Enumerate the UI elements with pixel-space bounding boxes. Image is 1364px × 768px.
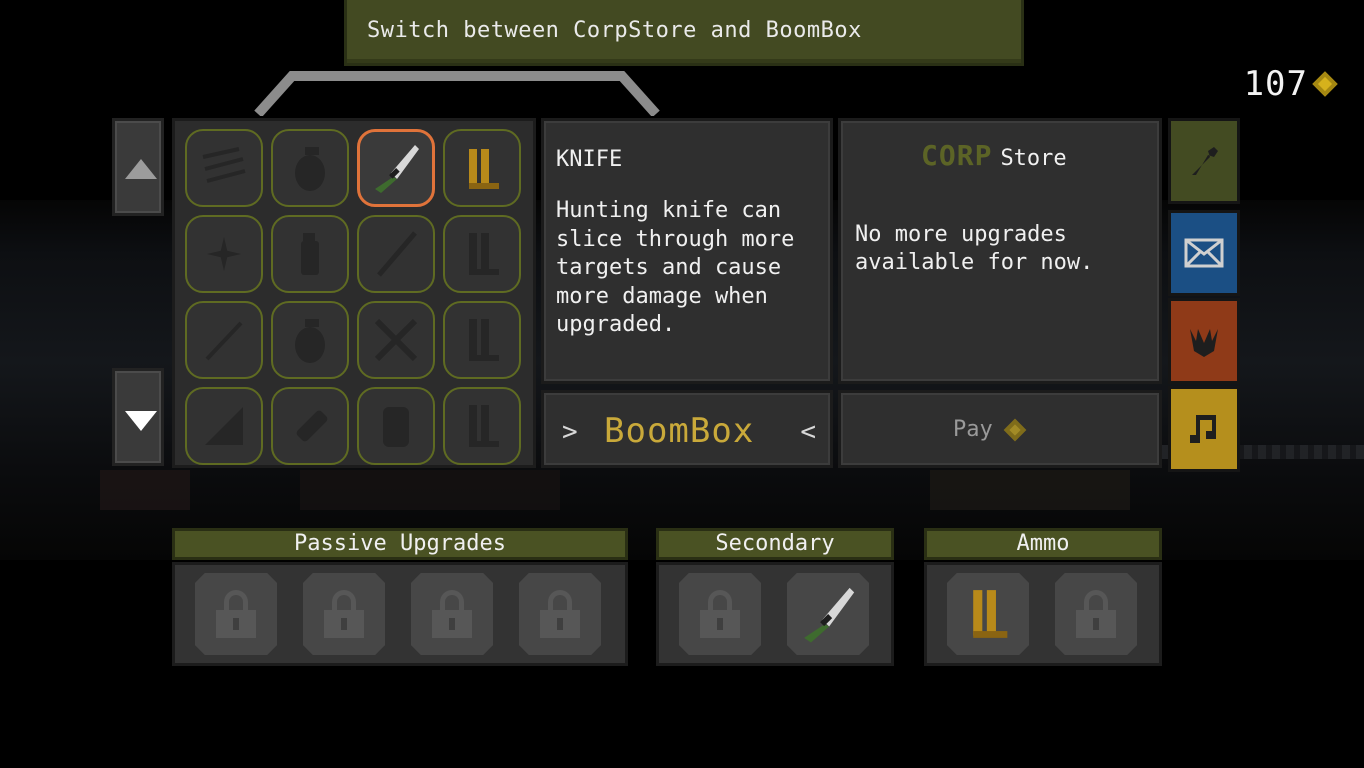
weapon-slot-ammo[interactable] bbox=[443, 387, 521, 465]
lock-icon bbox=[216, 590, 256, 638]
flashbang-icon bbox=[301, 233, 319, 275]
weapon-slot-grenade[interactable] bbox=[271, 129, 349, 207]
weapon-grid-panel bbox=[172, 118, 536, 468]
weapon-slot-flashbang[interactable] bbox=[271, 215, 349, 293]
weapon-grid bbox=[185, 129, 525, 469]
background-debris bbox=[300, 470, 560, 510]
knife-icon bbox=[375, 145, 419, 193]
ramp-icon bbox=[205, 407, 243, 445]
lock-icon bbox=[432, 590, 472, 638]
grenade-icon bbox=[295, 319, 325, 363]
creature-icon bbox=[1190, 329, 1218, 357]
ammo-slots bbox=[924, 562, 1162, 666]
ammo-icon bbox=[973, 590, 1008, 638]
passive-slot-locked[interactable] bbox=[303, 573, 385, 655]
diamond-icon bbox=[1003, 418, 1027, 441]
ammo-header: Ammo bbox=[924, 528, 1162, 560]
tab-creature[interactable] bbox=[1168, 298, 1240, 384]
bat-icon bbox=[377, 231, 417, 277]
ammo-slot-locked[interactable] bbox=[1055, 573, 1137, 655]
boombox-label: BoomBox bbox=[604, 411, 755, 451]
secondary-slot-knife[interactable] bbox=[787, 573, 869, 655]
currency-display: 107 bbox=[1243, 64, 1338, 104]
secondary-header: Secondary bbox=[656, 528, 894, 560]
weapon-slot-vest[interactable] bbox=[357, 387, 435, 465]
syringe-icon bbox=[205, 321, 243, 361]
currency-amount: 107 bbox=[1243, 64, 1308, 104]
weapon-slot-flare[interactable] bbox=[271, 387, 349, 465]
passive-slot-locked[interactable] bbox=[519, 573, 601, 655]
pay-label: Pay bbox=[953, 417, 993, 442]
arrow-down-icon bbox=[125, 411, 157, 431]
boombox-switch[interactable]: > BoomBox < bbox=[541, 390, 833, 468]
passive-upgrades-slots bbox=[172, 562, 628, 666]
ammo-icon bbox=[469, 149, 499, 189]
scroll-down-button[interactable] bbox=[112, 368, 164, 466]
corp-logo: CORP bbox=[921, 139, 993, 172]
weapon-slot-shuriken[interactable] bbox=[185, 215, 263, 293]
passive-upgrades-group: Passive Upgrades bbox=[172, 528, 628, 666]
selection-bracket bbox=[254, 71, 660, 116]
knife-icon bbox=[804, 587, 855, 643]
background-debris bbox=[100, 470, 190, 510]
ammo-slot-ammo[interactable] bbox=[947, 573, 1029, 655]
secondary-group: Secondary bbox=[656, 528, 894, 666]
passive-slot-locked[interactable] bbox=[195, 573, 277, 655]
weapon-slot-ammo[interactable] bbox=[443, 129, 521, 207]
passive-slot-locked[interactable] bbox=[411, 573, 493, 655]
secondary-slots bbox=[656, 562, 894, 666]
grenade-icon bbox=[295, 147, 325, 191]
weapon-slot-knife[interactable] bbox=[357, 129, 435, 207]
crossed-blades-icon bbox=[374, 318, 418, 362]
secondary-slot-locked[interactable] bbox=[679, 573, 761, 655]
ammo-icon bbox=[469, 233, 499, 275]
lock-icon bbox=[700, 590, 740, 638]
lock-icon bbox=[540, 590, 580, 638]
lock-icon bbox=[324, 590, 364, 638]
weapon-slot-bat[interactable] bbox=[357, 215, 435, 293]
tooltip-banner: Switch between CorpStore and BoomBox bbox=[344, 0, 1024, 66]
lock-icon bbox=[1076, 590, 1116, 638]
wrench-icon bbox=[1192, 147, 1218, 175]
item-description-panel: KNIFE Hunting knife can slice through mo… bbox=[541, 118, 833, 384]
weapon-slot-shotgun[interactable] bbox=[185, 129, 263, 207]
pay-button-content: Pay bbox=[953, 417, 1027, 442]
corp-store-panel: CORP Store No more upgrades available fo… bbox=[838, 118, 1162, 384]
ammo-icon bbox=[469, 405, 499, 447]
music-note-icon bbox=[1190, 415, 1216, 443]
vest-icon bbox=[383, 407, 409, 447]
weapon-slot-ammo[interactable] bbox=[443, 301, 521, 379]
pay-button[interactable]: Pay bbox=[838, 390, 1162, 468]
tab-tools[interactable] bbox=[1168, 118, 1240, 204]
diamond-icon bbox=[1312, 71, 1338, 97]
shuriken-icon bbox=[207, 237, 241, 271]
ammo-icon bbox=[469, 319, 499, 361]
shotgun-icon bbox=[202, 147, 246, 183]
switch-next-button[interactable]: < bbox=[800, 417, 816, 447]
scroll-up-button[interactable] bbox=[112, 118, 164, 216]
store-header: CORP Store bbox=[921, 139, 1067, 172]
weapon-slot-ramp[interactable] bbox=[185, 387, 263, 465]
item-description: Hunting knife can slice through more tar… bbox=[556, 198, 795, 337]
tab-music[interactable] bbox=[1168, 386, 1240, 472]
background-debris bbox=[930, 470, 1130, 510]
weapon-slot-syringe[interactable] bbox=[185, 301, 263, 379]
weapon-slot-crossed-blades[interactable] bbox=[357, 301, 435, 379]
weapon-slot-grenade[interactable] bbox=[271, 301, 349, 379]
store-message: No more upgrades available for now. bbox=[855, 222, 1094, 275]
weapon-slot-ammo[interactable] bbox=[443, 215, 521, 293]
flare-icon bbox=[296, 410, 328, 442]
arrow-up-icon bbox=[125, 159, 157, 179]
mail-icon bbox=[1184, 238, 1224, 268]
tab-mail[interactable] bbox=[1168, 210, 1240, 296]
ammo-group: Ammo bbox=[924, 528, 1162, 666]
tooltip-text: Switch between CorpStore and BoomBox bbox=[367, 18, 862, 43]
store-title: Store bbox=[1000, 146, 1067, 171]
passive-upgrades-header: Passive Upgrades bbox=[172, 528, 628, 560]
item-title: KNIFE bbox=[556, 147, 623, 172]
switch-prev-button[interactable]: > bbox=[562, 417, 578, 447]
